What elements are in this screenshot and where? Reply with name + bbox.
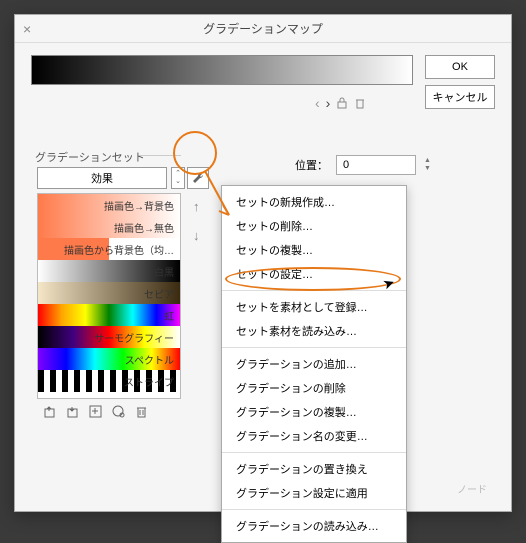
gradient-item[interactable]: セピア: [38, 282, 180, 304]
gradient-label: 描画色→背景色: [102, 198, 176, 213]
gradient-set-label: グラデーションセット: [35, 149, 145, 165]
gradient-label: 描画色から背景色（均…: [62, 242, 176, 257]
gradient-label: ストライプ: [122, 374, 176, 389]
gradient-item[interactable]: 白黒: [38, 260, 180, 282]
delete-icon[interactable]: [135, 405, 148, 418]
add-icon[interactable]: [89, 405, 102, 418]
menu-separator: [222, 452, 406, 453]
menu-item[interactable]: グラデーションの置き換え: [222, 457, 406, 481]
ghost-label: ノード: [457, 481, 487, 496]
position-label: 位置：: [295, 157, 328, 173]
position-row: 位置： ▲▼: [295, 155, 438, 175]
gradient-item[interactable]: 描画色から背景色（均…: [38, 238, 180, 260]
menu-item[interactable]: グラデーションの読み込み…: [222, 514, 406, 538]
toolbar: [43, 405, 148, 418]
menu-separator: [222, 509, 406, 510]
gradient-item[interactable]: 描画色→背景色: [38, 194, 180, 216]
gradient-item[interactable]: サーモグラフィー: [38, 326, 180, 348]
gradient-map-dialog: × グラデーションマップ OK キャンセル ‹ › 位置： ▲▼ グラデーション…: [14, 14, 512, 512]
wrench-button[interactable]: [187, 167, 209, 189]
gradient-item[interactable]: 描画色→無色: [38, 216, 180, 238]
gradient-label: スペクトル: [123, 352, 176, 367]
menu-item[interactable]: セットを素材として登録…: [222, 295, 406, 319]
dialog-body: OK キャンセル ‹ › 位置： ▲▼ グラデーションセット 効果 ⌃⌄ 描画色…: [15, 43, 511, 67]
lock-icon[interactable]: [336, 97, 348, 109]
menu-item[interactable]: グラデーションの削除: [222, 376, 406, 400]
gradient-list[interactable]: 描画色→背景色描画色→無色描画色から背景色（均… 白黒セピア虹サーモグラフィースペ…: [37, 193, 181, 399]
prev-icon[interactable]: ‹: [315, 95, 320, 111]
reorder-arrows: ↑ ↓: [193, 199, 200, 243]
effect-dropdown[interactable]: 効果: [37, 167, 167, 189]
move-up-icon[interactable]: ↑: [193, 199, 200, 214]
menu-item[interactable]: グラデーションの追加…: [222, 352, 406, 376]
menu-item[interactable]: セットの複製…: [222, 238, 406, 262]
next-icon[interactable]: ›: [326, 95, 331, 111]
section-divider: [139, 155, 181, 156]
export-icon[interactable]: [43, 405, 56, 418]
move-down-icon[interactable]: ↓: [193, 228, 200, 243]
menu-item[interactable]: グラデーション名の変更…: [222, 424, 406, 448]
menu-separator: [222, 347, 406, 348]
menu-item[interactable]: セットの設定…: [222, 262, 406, 286]
menu-item[interactable]: セット素材を読み込み…: [222, 319, 406, 343]
gradient-label: 描画色→無色: [112, 220, 176, 235]
menu-item[interactable]: セットの新規作成…: [222, 190, 406, 214]
cancel-button[interactable]: キャンセル: [425, 85, 495, 109]
import-icon[interactable]: [66, 405, 79, 418]
menu-item[interactable]: セットの削除…: [222, 214, 406, 238]
gradient-label: 虹: [162, 308, 176, 323]
gradient-preview[interactable]: [31, 55, 413, 85]
menu-separator: [222, 290, 406, 291]
gradient-item[interactable]: スペクトル: [38, 348, 180, 370]
menu-item[interactable]: グラデーションの複製…: [222, 400, 406, 424]
menu-item[interactable]: グラデーション設定に適用: [222, 481, 406, 505]
gradient-label: セピア: [142, 286, 176, 301]
nav-icons: ‹ ›: [315, 95, 366, 111]
gradient-label: 白黒: [152, 264, 176, 279]
position-input[interactable]: [336, 155, 416, 175]
wrench-icon: [191, 171, 205, 185]
gradient-item[interactable]: 虹: [38, 304, 180, 326]
position-stepper[interactable]: ▲▼: [424, 157, 438, 173]
gradient-item[interactable]: ストライプ: [38, 370, 180, 392]
trash-icon[interactable]: [354, 97, 366, 109]
ok-button[interactable]: OK: [425, 55, 495, 79]
context-menu: セットの新規作成…セットの削除…セットの複製…セットの設定… セットを素材として登…: [221, 185, 407, 543]
gradient-label: サーモグラフィー: [92, 330, 176, 345]
effect-stepper[interactable]: ⌃⌄: [171, 167, 185, 189]
close-icon[interactable]: ×: [23, 23, 35, 35]
duplicate-icon[interactable]: [112, 405, 125, 418]
gradient-swatch: [38, 304, 180, 326]
titlebar: × グラデーションマップ: [15, 15, 511, 43]
dialog-title: グラデーションマップ: [203, 20, 323, 37]
